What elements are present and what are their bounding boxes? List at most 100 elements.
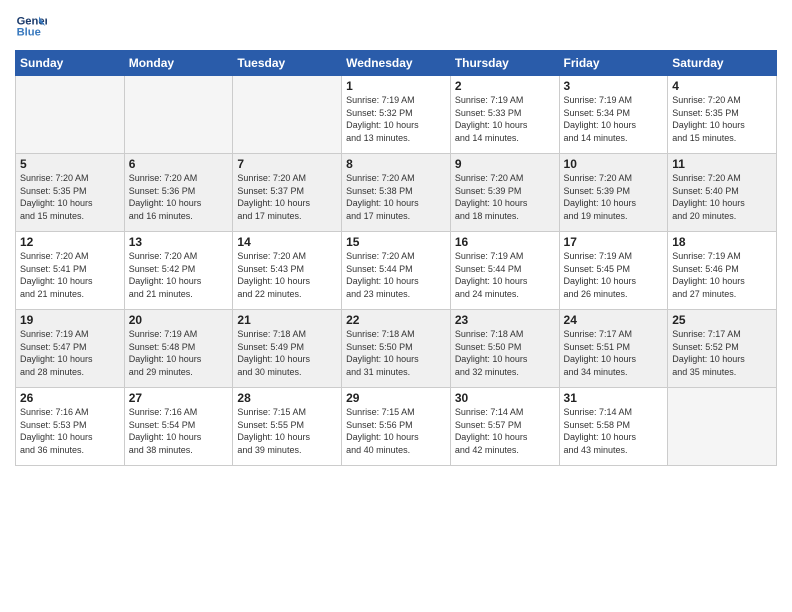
- week-row-4: 19Sunrise: 7:19 AM Sunset: 5:47 PM Dayli…: [16, 310, 777, 388]
- calendar-cell: 21Sunrise: 7:18 AM Sunset: 5:49 PM Dayli…: [233, 310, 342, 388]
- day-info: Sunrise: 7:15 AM Sunset: 5:56 PM Dayligh…: [346, 406, 446, 456]
- calendar-cell: 29Sunrise: 7:15 AM Sunset: 5:56 PM Dayli…: [342, 388, 451, 466]
- day-info: Sunrise: 7:16 AM Sunset: 5:53 PM Dayligh…: [20, 406, 120, 456]
- day-number: 10: [564, 157, 664, 171]
- calendar-cell: 9Sunrise: 7:20 AM Sunset: 5:39 PM Daylig…: [450, 154, 559, 232]
- day-info: Sunrise: 7:19 AM Sunset: 5:44 PM Dayligh…: [455, 250, 555, 300]
- day-number: 29: [346, 391, 446, 405]
- day-number: 22: [346, 313, 446, 327]
- day-number: 20: [129, 313, 229, 327]
- day-number: 19: [20, 313, 120, 327]
- calendar-cell: 25Sunrise: 7:17 AM Sunset: 5:52 PM Dayli…: [668, 310, 777, 388]
- day-number: 28: [237, 391, 337, 405]
- day-info: Sunrise: 7:18 AM Sunset: 5:49 PM Dayligh…: [237, 328, 337, 378]
- day-info: Sunrise: 7:19 AM Sunset: 5:32 PM Dayligh…: [346, 94, 446, 144]
- day-info: Sunrise: 7:19 AM Sunset: 5:46 PM Dayligh…: [672, 250, 772, 300]
- calendar-cell: 16Sunrise: 7:19 AM Sunset: 5:44 PM Dayli…: [450, 232, 559, 310]
- day-info: Sunrise: 7:20 AM Sunset: 5:36 PM Dayligh…: [129, 172, 229, 222]
- day-info: Sunrise: 7:17 AM Sunset: 5:52 PM Dayligh…: [672, 328, 772, 378]
- day-number: 26: [20, 391, 120, 405]
- day-number: 25: [672, 313, 772, 327]
- calendar-cell: 5Sunrise: 7:20 AM Sunset: 5:35 PM Daylig…: [16, 154, 125, 232]
- calendar-cell: 15Sunrise: 7:20 AM Sunset: 5:44 PM Dayli…: [342, 232, 451, 310]
- day-number: 16: [455, 235, 555, 249]
- day-number: 27: [129, 391, 229, 405]
- day-number: 6: [129, 157, 229, 171]
- calendar-table: SundayMondayTuesdayWednesdayThursdayFrid…: [15, 50, 777, 466]
- calendar-cell: 27Sunrise: 7:16 AM Sunset: 5:54 PM Dayli…: [124, 388, 233, 466]
- header-cell-monday: Monday: [124, 51, 233, 76]
- header-row: SundayMondayTuesdayWednesdayThursdayFrid…: [16, 51, 777, 76]
- day-info: Sunrise: 7:15 AM Sunset: 5:55 PM Dayligh…: [237, 406, 337, 456]
- day-info: Sunrise: 7:20 AM Sunset: 5:38 PM Dayligh…: [346, 172, 446, 222]
- day-info: Sunrise: 7:20 AM Sunset: 5:39 PM Dayligh…: [455, 172, 555, 222]
- day-info: Sunrise: 7:19 AM Sunset: 5:47 PM Dayligh…: [20, 328, 120, 378]
- day-number: 12: [20, 235, 120, 249]
- calendar-cell: 7Sunrise: 7:20 AM Sunset: 5:37 PM Daylig…: [233, 154, 342, 232]
- day-info: Sunrise: 7:20 AM Sunset: 5:42 PM Dayligh…: [129, 250, 229, 300]
- day-number: 24: [564, 313, 664, 327]
- calendar-cell: 11Sunrise: 7:20 AM Sunset: 5:40 PM Dayli…: [668, 154, 777, 232]
- calendar-cell: 4Sunrise: 7:20 AM Sunset: 5:35 PM Daylig…: [668, 76, 777, 154]
- calendar-cell: 10Sunrise: 7:20 AM Sunset: 5:39 PM Dayli…: [559, 154, 668, 232]
- day-info: Sunrise: 7:20 AM Sunset: 5:39 PM Dayligh…: [564, 172, 664, 222]
- calendar-cell: 24Sunrise: 7:17 AM Sunset: 5:51 PM Dayli…: [559, 310, 668, 388]
- day-info: Sunrise: 7:20 AM Sunset: 5:41 PM Dayligh…: [20, 250, 120, 300]
- day-info: Sunrise: 7:19 AM Sunset: 5:34 PM Dayligh…: [564, 94, 664, 144]
- day-info: Sunrise: 7:20 AM Sunset: 5:44 PM Dayligh…: [346, 250, 446, 300]
- day-number: 3: [564, 79, 664, 93]
- calendar-cell: [16, 76, 125, 154]
- day-number: 15: [346, 235, 446, 249]
- header-cell-sunday: Sunday: [16, 51, 125, 76]
- day-info: Sunrise: 7:14 AM Sunset: 5:58 PM Dayligh…: [564, 406, 664, 456]
- calendar-cell: 28Sunrise: 7:15 AM Sunset: 5:55 PM Dayli…: [233, 388, 342, 466]
- calendar-cell: 1Sunrise: 7:19 AM Sunset: 5:32 PM Daylig…: [342, 76, 451, 154]
- day-info: Sunrise: 7:20 AM Sunset: 5:35 PM Dayligh…: [20, 172, 120, 222]
- logo-icon: General Blue: [15, 10, 47, 42]
- day-info: Sunrise: 7:20 AM Sunset: 5:43 PM Dayligh…: [237, 250, 337, 300]
- header-cell-saturday: Saturday: [668, 51, 777, 76]
- calendar-cell: 31Sunrise: 7:14 AM Sunset: 5:58 PM Dayli…: [559, 388, 668, 466]
- day-number: 9: [455, 157, 555, 171]
- calendar-cell: [124, 76, 233, 154]
- day-info: Sunrise: 7:20 AM Sunset: 5:40 PM Dayligh…: [672, 172, 772, 222]
- svg-text:Blue: Blue: [17, 27, 41, 39]
- calendar-cell: 26Sunrise: 7:16 AM Sunset: 5:53 PM Dayli…: [16, 388, 125, 466]
- svg-text:General: General: [17, 15, 47, 27]
- calendar-cell: 14Sunrise: 7:20 AM Sunset: 5:43 PM Dayli…: [233, 232, 342, 310]
- day-info: Sunrise: 7:18 AM Sunset: 5:50 PM Dayligh…: [455, 328, 555, 378]
- day-number: 7: [237, 157, 337, 171]
- calendar-cell: 30Sunrise: 7:14 AM Sunset: 5:57 PM Dayli…: [450, 388, 559, 466]
- day-info: Sunrise: 7:14 AM Sunset: 5:57 PM Dayligh…: [455, 406, 555, 456]
- day-info: Sunrise: 7:16 AM Sunset: 5:54 PM Dayligh…: [129, 406, 229, 456]
- day-number: 13: [129, 235, 229, 249]
- day-info: Sunrise: 7:18 AM Sunset: 5:50 PM Dayligh…: [346, 328, 446, 378]
- day-number: 17: [564, 235, 664, 249]
- calendar-cell: 17Sunrise: 7:19 AM Sunset: 5:45 PM Dayli…: [559, 232, 668, 310]
- day-number: 1: [346, 79, 446, 93]
- day-number: 11: [672, 157, 772, 171]
- calendar-cell: [233, 76, 342, 154]
- calendar-cell: 3Sunrise: 7:19 AM Sunset: 5:34 PM Daylig…: [559, 76, 668, 154]
- day-info: Sunrise: 7:19 AM Sunset: 5:48 PM Dayligh…: [129, 328, 229, 378]
- day-info: Sunrise: 7:20 AM Sunset: 5:37 PM Dayligh…: [237, 172, 337, 222]
- calendar-cell: 23Sunrise: 7:18 AM Sunset: 5:50 PM Dayli…: [450, 310, 559, 388]
- header-cell-wednesday: Wednesday: [342, 51, 451, 76]
- day-number: 2: [455, 79, 555, 93]
- day-number: 5: [20, 157, 120, 171]
- week-row-1: 1Sunrise: 7:19 AM Sunset: 5:32 PM Daylig…: [16, 76, 777, 154]
- header-cell-friday: Friday: [559, 51, 668, 76]
- day-info: Sunrise: 7:19 AM Sunset: 5:45 PM Dayligh…: [564, 250, 664, 300]
- calendar-cell: 13Sunrise: 7:20 AM Sunset: 5:42 PM Dayli…: [124, 232, 233, 310]
- header-cell-thursday: Thursday: [450, 51, 559, 76]
- day-number: 30: [455, 391, 555, 405]
- header-cell-tuesday: Tuesday: [233, 51, 342, 76]
- day-number: 23: [455, 313, 555, 327]
- calendar-cell: 18Sunrise: 7:19 AM Sunset: 5:46 PM Dayli…: [668, 232, 777, 310]
- day-info: Sunrise: 7:20 AM Sunset: 5:35 PM Dayligh…: [672, 94, 772, 144]
- calendar-cell: 6Sunrise: 7:20 AM Sunset: 5:36 PM Daylig…: [124, 154, 233, 232]
- day-number: 8: [346, 157, 446, 171]
- header: General Blue: [15, 10, 777, 42]
- day-number: 18: [672, 235, 772, 249]
- logo: General Blue: [15, 10, 49, 42]
